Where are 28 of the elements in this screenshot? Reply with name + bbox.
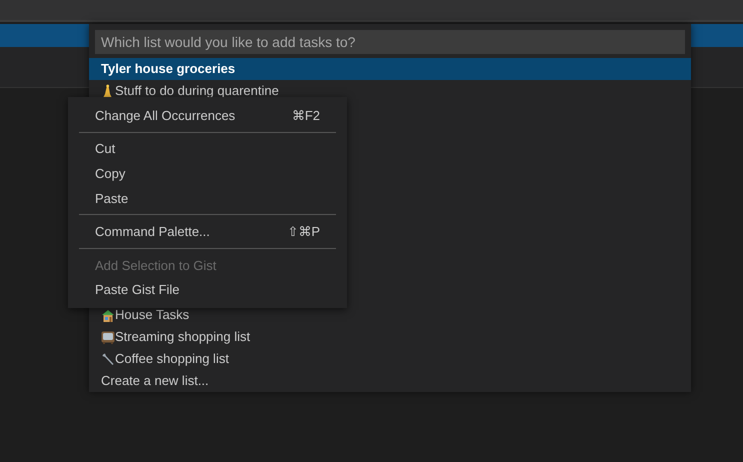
list-item[interactable]: Coffee shopping list xyxy=(89,348,691,370)
item-label: Stuff to do during quarentine xyxy=(115,82,279,100)
item-label: Streaming shopping list xyxy=(115,328,250,346)
house-icon xyxy=(101,308,115,322)
item-label: House Tasks xyxy=(115,306,190,324)
menu-item-label: Command Palette... xyxy=(95,224,210,240)
list-item[interactable]: House Tasks xyxy=(89,304,691,326)
menu-item-label: Cut xyxy=(95,141,116,156)
menu-item[interactable]: Command Palette... ⇧⌘P xyxy=(79,219,336,244)
search-field[interactable]: Which list would you like to add tasks to? xyxy=(95,30,685,54)
list-item[interactable]: Streaming shopping list xyxy=(89,326,691,348)
menu-item[interactable]: Change All Occurrences ⌘F2 xyxy=(79,103,336,128)
menu-item[interactable]: Paste xyxy=(79,186,336,210)
menu-item-label: Change All Occurrences xyxy=(95,108,236,123)
menu-item[interactable]: Copy xyxy=(79,161,336,186)
list-item[interactable]: Tyler house groceries xyxy=(89,58,691,80)
tv-icon xyxy=(101,330,115,344)
menu-item[interactable]: Paste Gist File xyxy=(79,277,336,302)
menu-item-label: Copy xyxy=(95,166,126,181)
menu-item-label: Paste xyxy=(95,190,128,206)
menu-item-label: Paste Gist File xyxy=(95,282,180,298)
item-label: Coffee shopping list xyxy=(115,350,229,368)
menu-item[interactable]: Cut xyxy=(79,136,336,162)
menu-item-label: Add Selection to Gist xyxy=(95,258,216,273)
wrench-icon xyxy=(101,352,115,366)
shortcut-label: ⇧⌘P xyxy=(287,224,320,240)
shortcut-label: ⌘F2 xyxy=(292,108,320,123)
list-item[interactable]: Create a new list... xyxy=(89,370,691,392)
